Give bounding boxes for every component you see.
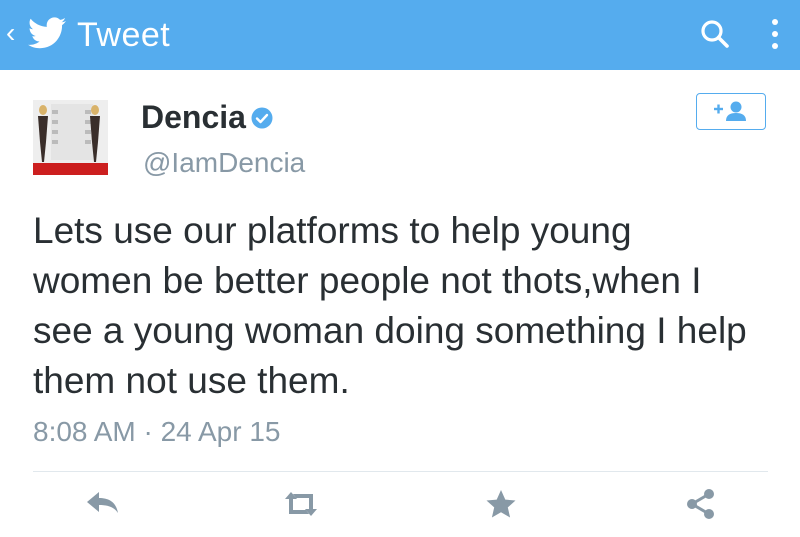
- reply-icon[interactable]: [83, 487, 123, 521]
- app-bar: ‹ Tweet: [0, 0, 800, 70]
- avatar[interactable]: [33, 100, 108, 175]
- tweet-timestamp: 8:08 AM · 24 Apr 15: [33, 416, 281, 447]
- follow-button[interactable]: [696, 93, 766, 130]
- star-icon[interactable]: [481, 487, 521, 521]
- twitter-bird-icon[interactable]: [28, 16, 66, 50]
- search-icon[interactable]: [697, 17, 733, 53]
- retweet-icon[interactable]: [281, 487, 321, 521]
- avatar-photo: [33, 100, 108, 175]
- overflow-menu-icon[interactable]: [767, 16, 783, 56]
- display-name[interactable]: Dencia: [141, 97, 246, 137]
- chevron-left-icon[interactable]: ‹: [6, 18, 15, 48]
- app-bar-title: Tweet: [77, 16, 171, 54]
- add-user-icon: [714, 101, 746, 121]
- tweet-text: Lets use our platforms to help young wom…: [33, 210, 747, 401]
- share-icon[interactable]: [681, 487, 721, 521]
- user-handle[interactable]: @IamDencia: [143, 145, 305, 181]
- verified-badge-icon: [251, 107, 273, 129]
- divider: [33, 471, 768, 472]
